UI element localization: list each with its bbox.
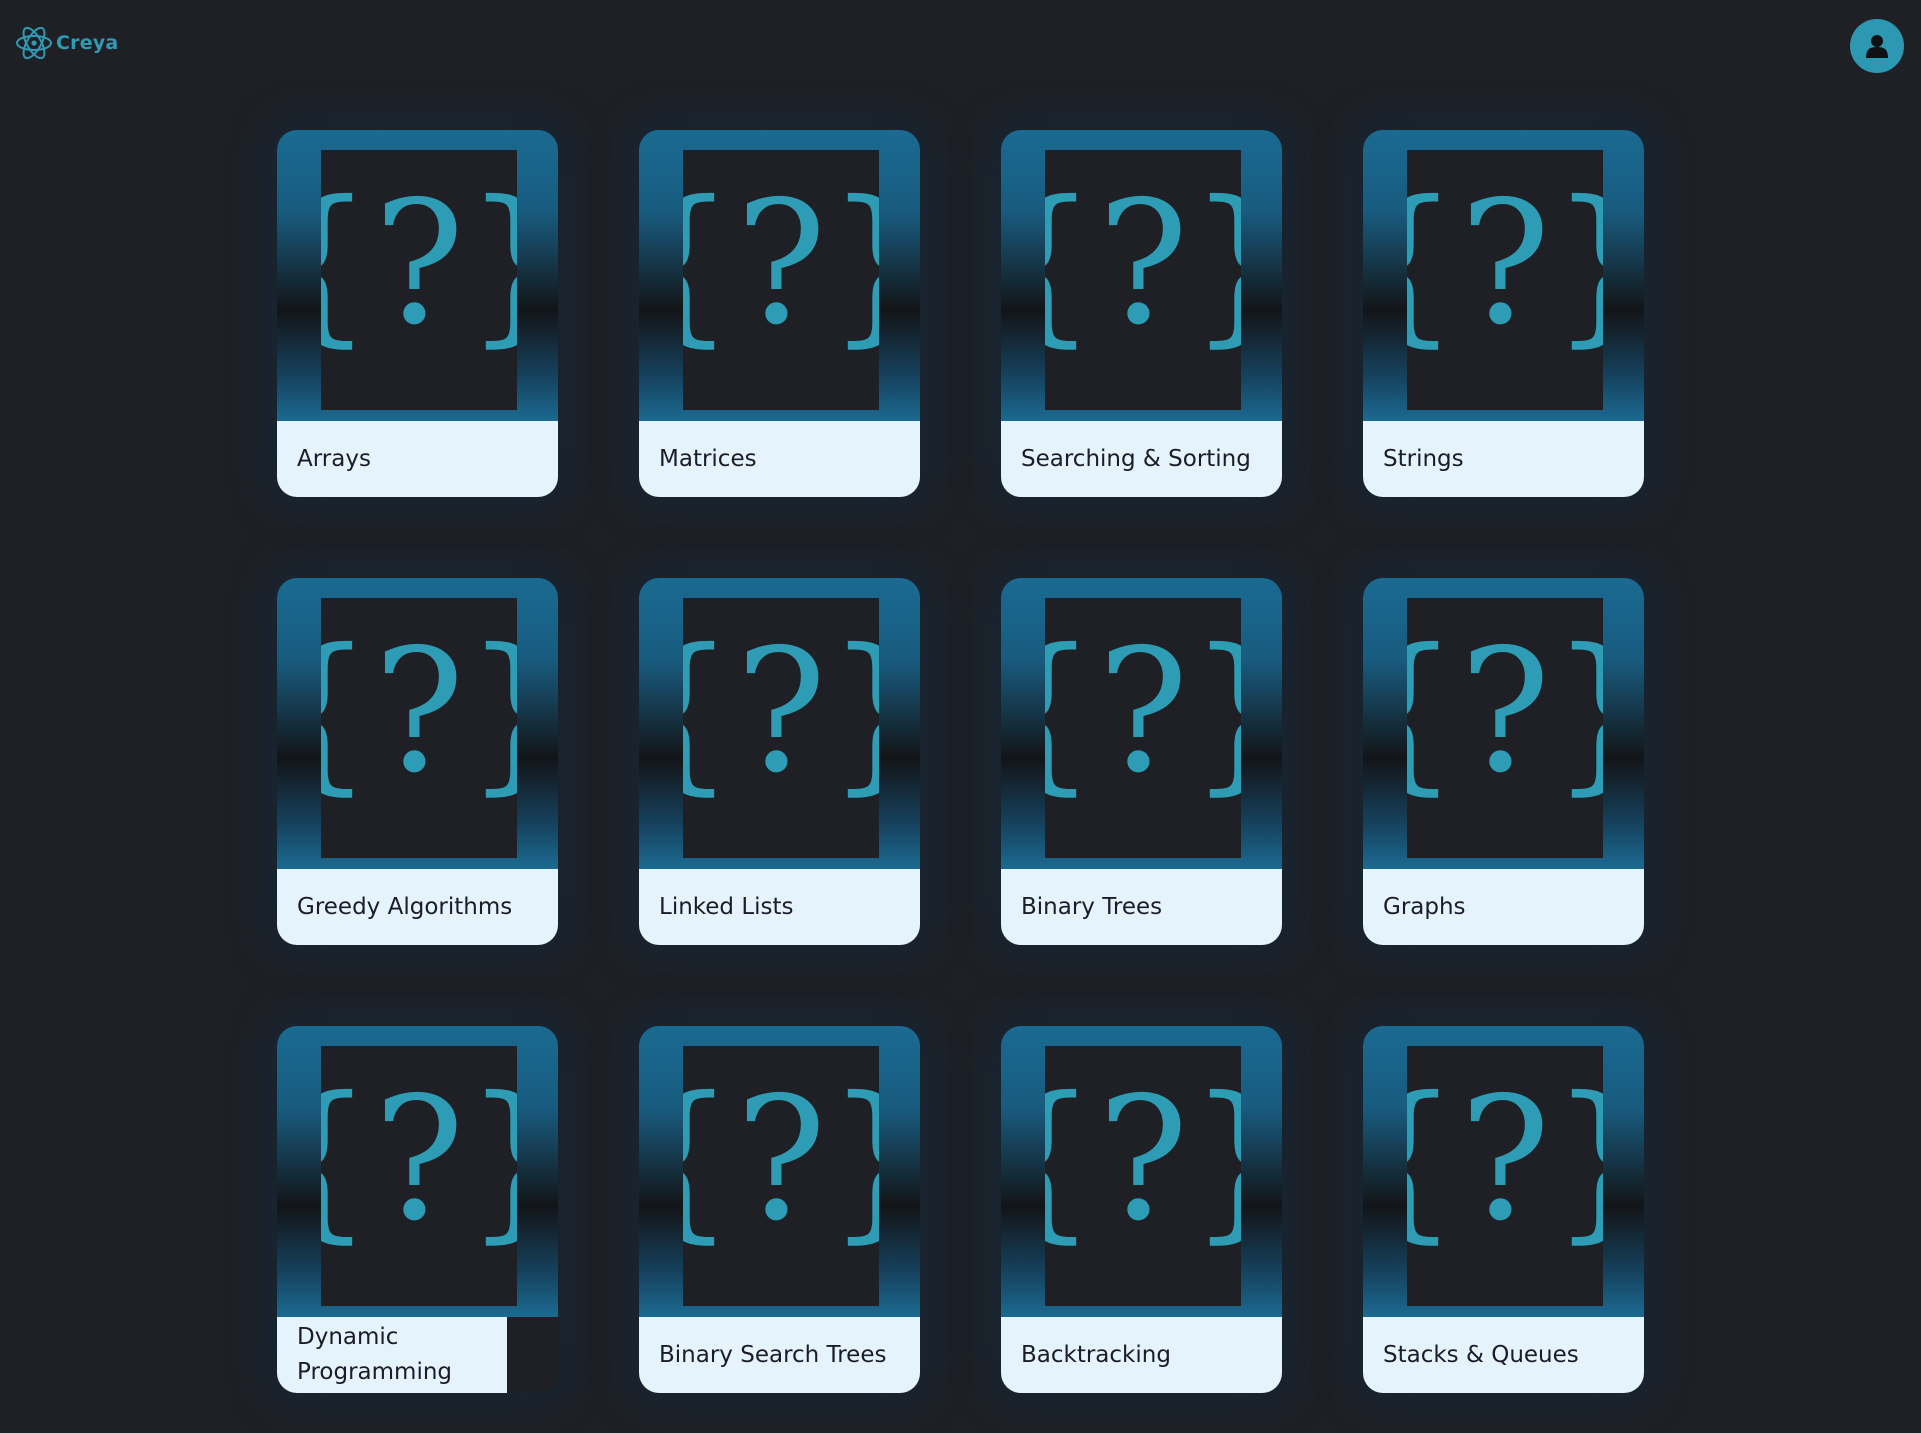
code-question-icon: {?} bbox=[1407, 165, 1603, 363]
topic-card[interactable]: {?} Matrices bbox=[639, 130, 920, 497]
svg-text:{?}: {?} bbox=[683, 1061, 879, 1259]
topic-card[interactable]: {?} Stacks & Queues bbox=[1363, 1026, 1644, 1393]
topic-card[interactable]: {?} Graphs bbox=[1363, 578, 1644, 945]
card-icon-frame: {?} bbox=[1407, 1046, 1603, 1306]
svg-text:{?}: {?} bbox=[321, 165, 517, 363]
card-icon-frame: {?} bbox=[683, 150, 879, 410]
code-question-icon: {?} bbox=[1407, 1061, 1603, 1259]
code-question-icon: {?} bbox=[321, 1061, 517, 1259]
code-question-icon: {?} bbox=[683, 613, 879, 811]
card-icon-frame: {?} bbox=[1407, 150, 1603, 410]
card-icon-frame: {?} bbox=[1407, 598, 1603, 858]
card-icon-frame: {?} bbox=[1045, 1046, 1241, 1306]
card-label: Arrays bbox=[277, 421, 558, 497]
svg-text:{?}: {?} bbox=[683, 165, 879, 363]
topic-card[interactable]: {?} Greedy Algorithms bbox=[277, 578, 558, 945]
code-question-icon: {?} bbox=[321, 165, 517, 363]
card-thumbnail: {?} bbox=[1363, 1026, 1644, 1317]
svg-text:{?}: {?} bbox=[321, 1061, 517, 1259]
atom-icon bbox=[16, 26, 52, 60]
code-question-icon: {?} bbox=[1045, 1061, 1241, 1259]
svg-text:{?}: {?} bbox=[1407, 165, 1603, 363]
svg-text:{?}: {?} bbox=[1045, 613, 1241, 811]
card-label: Searching & Sorting bbox=[1001, 421, 1282, 497]
card-label: Binary Search Trees bbox=[639, 1317, 920, 1393]
topic-card[interactable]: {?} Binary Trees bbox=[1001, 578, 1282, 945]
card-icon-frame: {?} bbox=[683, 598, 879, 858]
card-label: Matrices bbox=[639, 421, 920, 497]
topic-card[interactable]: {?} Binary Search Trees bbox=[639, 1026, 920, 1393]
card-label: Stacks & Queues bbox=[1363, 1317, 1644, 1393]
code-question-icon: {?} bbox=[321, 613, 517, 811]
card-thumbnail: {?} bbox=[639, 130, 920, 421]
svg-text:{?}: {?} bbox=[1407, 613, 1603, 811]
card-thumbnail: {?} bbox=[1363, 130, 1644, 421]
topic-card[interactable]: {?} Searching & Sorting bbox=[1001, 130, 1282, 497]
card-thumbnail: {?} bbox=[1001, 130, 1282, 421]
card-thumbnail: {?} bbox=[277, 130, 558, 421]
svg-text:{?}: {?} bbox=[1407, 1061, 1603, 1259]
svg-text:{?}: {?} bbox=[1045, 1061, 1241, 1259]
card-thumbnail: {?} bbox=[277, 1026, 558, 1317]
card-label: Linked Lists bbox=[639, 869, 920, 945]
code-question-icon: {?} bbox=[1407, 613, 1603, 811]
card-label: Backtracking bbox=[1001, 1317, 1282, 1393]
card-label: Greedy Algorithms bbox=[277, 869, 558, 945]
user-icon bbox=[1866, 35, 1888, 58]
code-question-icon: {?} bbox=[1045, 613, 1241, 811]
card-thumbnail: {?} bbox=[639, 1026, 920, 1317]
logo-text: Creya bbox=[56, 32, 119, 54]
code-question-icon: {?} bbox=[683, 1061, 879, 1259]
card-label: Strings bbox=[1363, 421, 1644, 497]
topic-card[interactable]: {?} Arrays bbox=[277, 130, 558, 497]
topic-card[interactable]: {?} Linked Lists bbox=[639, 578, 920, 945]
svg-text:{?}: {?} bbox=[683, 613, 879, 811]
card-icon-frame: {?} bbox=[1045, 598, 1241, 858]
card-thumbnail: {?} bbox=[639, 578, 920, 869]
logo-link[interactable]: Creya bbox=[14, 22, 118, 64]
svg-text:{?}: {?} bbox=[321, 613, 517, 811]
svg-text:{?}: {?} bbox=[1045, 165, 1241, 363]
card-label: Binary Trees bbox=[1001, 869, 1282, 945]
topic-card[interactable]: {?} Dynamic Programming bbox=[277, 1026, 558, 1393]
card-thumbnail: {?} bbox=[1363, 578, 1644, 869]
topic-card[interactable]: {?} Backtracking bbox=[1001, 1026, 1282, 1393]
code-question-icon: {?} bbox=[683, 165, 879, 363]
card-icon-frame: {?} bbox=[321, 598, 517, 858]
card-thumbnail: {?} bbox=[1001, 578, 1282, 869]
card-icon-frame: {?} bbox=[321, 150, 517, 410]
card-label: Graphs bbox=[1363, 869, 1644, 945]
card-label: Dynamic Programming bbox=[277, 1317, 507, 1393]
card-icon-frame: {?} bbox=[1045, 150, 1241, 410]
topic-grid: {?} Arrays {?} Matrices {?} Searching & … bbox=[277, 130, 1644, 1393]
topic-card[interactable]: {?} Strings bbox=[1363, 130, 1644, 497]
profile-button[interactable] bbox=[1850, 19, 1904, 73]
card-thumbnail: {?} bbox=[1001, 1026, 1282, 1317]
code-question-icon: {?} bbox=[1045, 165, 1241, 363]
card-thumbnail: {?} bbox=[277, 578, 558, 869]
card-icon-frame: {?} bbox=[683, 1046, 879, 1306]
card-icon-frame: {?} bbox=[321, 1046, 517, 1306]
